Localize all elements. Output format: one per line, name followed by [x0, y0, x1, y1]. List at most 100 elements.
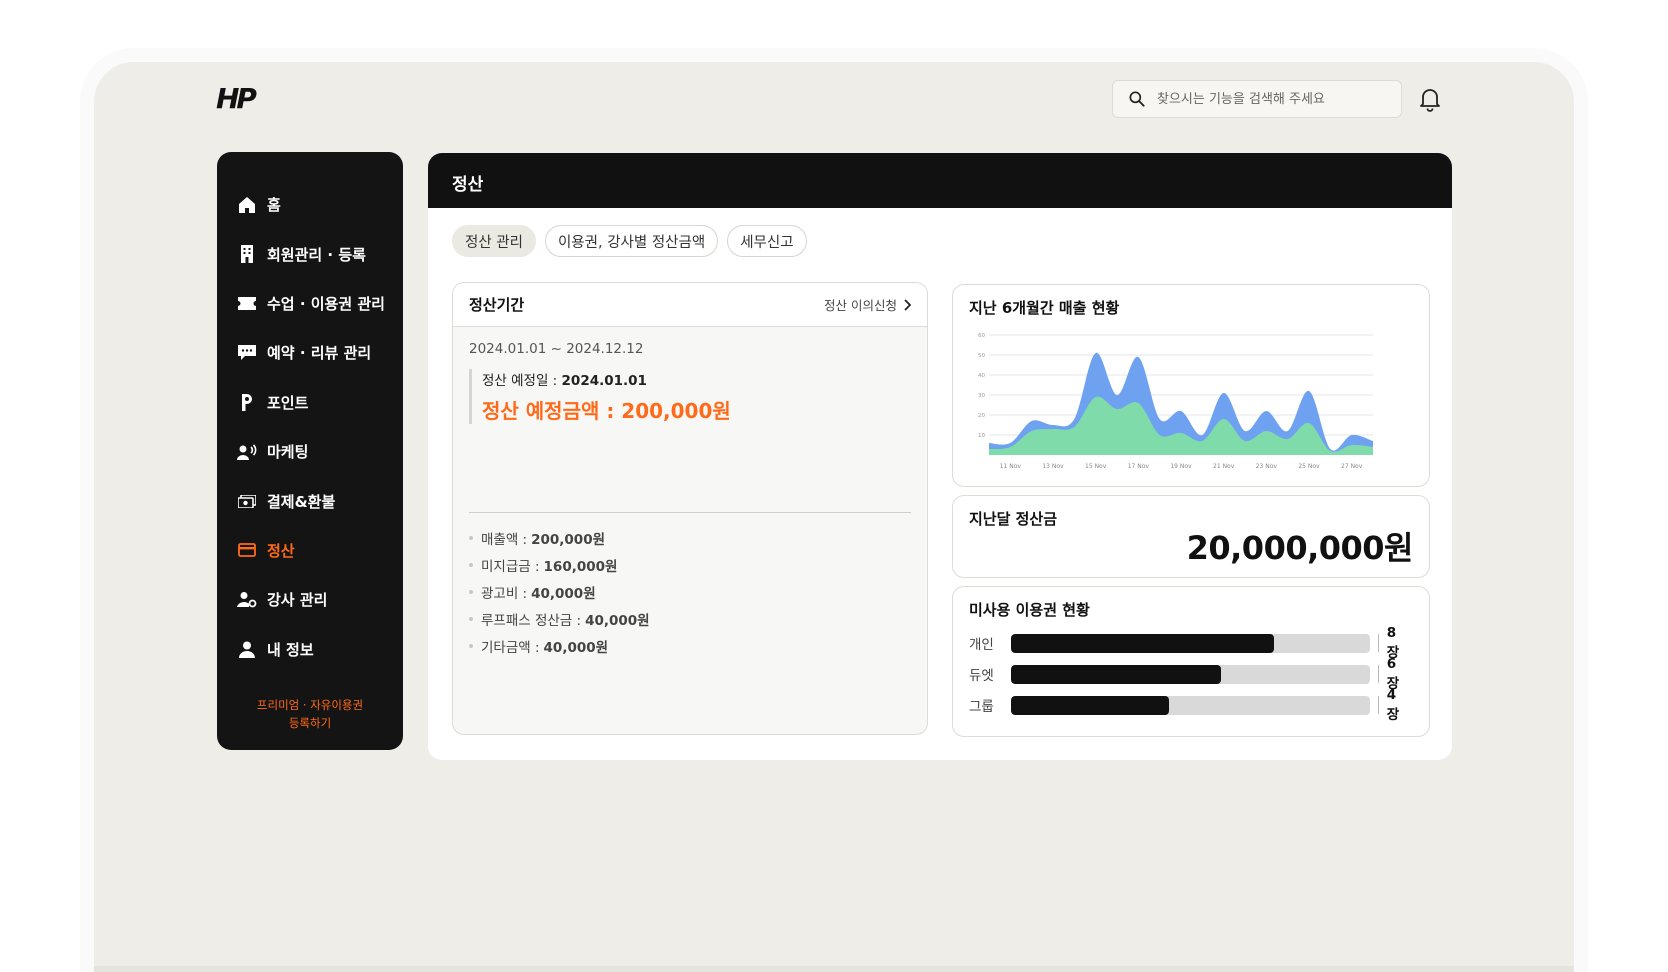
- breakdown-value: 40,000원: [531, 585, 596, 602]
- last-month-settlement-card: 지난달 정산금 20,000,000원: [952, 495, 1430, 578]
- unused-tickets-card: 미사용 이용권 현황 개인 8 장 듀엣 6 장 그룹 4 장: [952, 586, 1430, 737]
- breakdown-label: 광고비 :: [481, 585, 528, 602]
- sidebar-item-marketing[interactable]: 마케팅: [217, 427, 403, 476]
- chart-y-tick-label: 50: [978, 353, 985, 359]
- search-input[interactable]: [1157, 91, 1387, 107]
- sidebar-item-label: 강사 관리: [267, 591, 328, 610]
- last-month-title: 지난달 정산금: [969, 510, 1058, 528]
- divider: [1377, 696, 1379, 714]
- app-frame: HP 홈 회원관리 · 등록 수업 · 이용권 관리 예약 · 리뷰 관리 포인…: [94, 62, 1574, 972]
- speaker-user-icon: [237, 442, 257, 462]
- due-date-value: 2024.01.01: [561, 373, 647, 389]
- divider: [469, 512, 911, 513]
- building-icon: [237, 244, 257, 264]
- list-item: 매출액 :200,000원: [469, 524, 650, 551]
- page-title: 정산: [428, 153, 1452, 208]
- breakdown-label: 미지급금 :: [481, 558, 540, 575]
- main-panel: 정산 정산 관리 이용권, 강사별 정산금액 세무신고 정산기간 정산 이의신청…: [428, 153, 1452, 760]
- chart-y-tick-label: 60: [978, 333, 985, 339]
- unused-row-group: 그룹 4 장: [969, 687, 1413, 723]
- unused-bar-track: [1010, 695, 1370, 715]
- last-month-amount: 20,000,000원: [1186, 529, 1414, 567]
- sidebar-item-instructors[interactable]: 강사 관리: [217, 575, 403, 624]
- list-item: 루프패스 정산금 :40,000원: [469, 605, 650, 632]
- chart-x-tick-label: 17 Nov: [1128, 463, 1150, 470]
- unused-bar-track: [1010, 664, 1370, 684]
- sidebar-item-label: 회원관리 · 등록: [267, 245, 366, 264]
- sidebar-item-members[interactable]: 회원관리 · 등록: [217, 229, 403, 278]
- settlement-appeal-link[interactable]: 정산 이의신청: [824, 295, 911, 314]
- list-item: 미지급금 :160,000원: [469, 551, 650, 578]
- settlement-due-date: 정산 예정일 : 2024.01.01: [482, 369, 731, 389]
- chart-y-tick-label: 40: [978, 373, 985, 379]
- settlement-due-amount: 정산 예정금액 : 200,000원: [482, 399, 731, 423]
- unused-row-label: 개인: [969, 637, 994, 653]
- sidebar-item-home[interactable]: 홈: [217, 180, 403, 229]
- cash-icon: [237, 491, 257, 511]
- breakdown-value: 160,000원: [543, 558, 618, 575]
- sidebar-item-reservations[interactable]: 예약 · 리뷰 관리: [217, 328, 403, 377]
- chat-icon: [237, 343, 257, 363]
- sidebar-item-label: 내 정보: [267, 640, 314, 659]
- tab-settlement-management[interactable]: 정산 관리: [452, 225, 536, 257]
- chevron-right-icon: [904, 298, 911, 311]
- sidebar-item-payments[interactable]: 결제&환불: [217, 476, 403, 525]
- unused-bar-fill: [1010, 695, 1169, 715]
- chart-y-tick-label: 30: [978, 393, 985, 399]
- breakdown-value: 40,000원: [543, 639, 609, 656]
- divider: [1377, 665, 1379, 683]
- ticket-icon: [237, 293, 257, 313]
- tab-bar: 정산 관리 이용권, 강사별 정산금액 세무신고: [452, 225, 807, 257]
- list-item: 기타금액 :40,000원: [469, 632, 650, 659]
- unused-row-label: 그룹: [969, 699, 994, 715]
- tab-settlement-by-ticket-instructor[interactable]: 이용권, 강사별 정산금액: [544, 225, 719, 257]
- chart-y-tick-label: 10: [978, 433, 985, 439]
- sidebar: 홈 회원관리 · 등록 수업 · 이용권 관리 예약 · 리뷰 관리 포인트 마…: [217, 152, 403, 750]
- unused-bar-fill: [1010, 664, 1221, 684]
- sidebar-item-label: 포인트: [267, 393, 309, 412]
- sales-chart-card: 지난 6개월간 매출 현황 10 20 30 40 50 60 11 Nov 13 Nov 15…: [952, 284, 1430, 487]
- frame-bottom-edge: [94, 966, 1574, 972]
- sidebar-item-settlement[interactable]: 정산: [217, 526, 403, 575]
- search-bar[interactable]: [1112, 80, 1402, 118]
- divider: [1377, 634, 1379, 652]
- sidebar-item-label: 정산: [267, 541, 295, 560]
- sidebar-item-classes[interactable]: 수업 · 이용권 관리: [217, 279, 403, 328]
- unused-row-label: 듀엣: [969, 668, 994, 684]
- person-icon: [237, 639, 257, 659]
- sidebar-item-label: 마케팅: [267, 443, 309, 462]
- premium-promo-link[interactable]: 프리미엄 · 자유이용권 등록하기: [217, 696, 403, 732]
- settlement-due-block: 정산 예정일 : 2024.01.01 정산 예정금액 : 200,000원: [469, 369, 731, 424]
- promo-line: 프리미엄 · 자유이용권: [256, 698, 364, 712]
- settlement-period: 2024.01.01 ~ 2024.12.12: [469, 341, 644, 357]
- breakdown-value: 200,000원: [531, 531, 606, 548]
- unused-row-personal: 개인 8 장: [969, 625, 1413, 661]
- sidebar-item-label: 수업 · 이용권 관리: [267, 294, 385, 313]
- sidebar-item-label: 예약 · 리뷰 관리: [267, 344, 372, 363]
- user-gear-icon: [237, 590, 257, 610]
- breakdown-label: 기타금액 :: [481, 639, 540, 656]
- chart-x-tick-label: 19 Nov: [1170, 463, 1192, 470]
- settlement-card-header: 정산기간 정산 이의신청: [453, 283, 927, 327]
- sidebar-item-points[interactable]: 포인트: [217, 378, 403, 427]
- logo[interactable]: HP: [216, 82, 257, 115]
- chart-y-tick-label: 20: [978, 413, 985, 419]
- chart-x-tick-label: 15 Nov: [1085, 463, 1107, 470]
- bell-icon[interactable]: [1418, 86, 1442, 112]
- unused-tickets-title: 미사용 이용권 현황: [969, 601, 1090, 619]
- chart-x-tick-label: 21 Nov: [1213, 463, 1235, 470]
- point-icon: [237, 392, 257, 412]
- due-date-label: 정산 예정일 :: [482, 373, 562, 389]
- tab-tax-report[interactable]: 세무신고: [727, 225, 807, 257]
- appeal-link-label: 정산 이의신청: [824, 298, 897, 313]
- sales-area-chart: 10 20 30 40 50 60 11 Nov 13 Nov 15 Nov 17 Nov 19 N…: [978, 333, 1373, 470]
- chart-x-tick-label: 11 Nov: [1000, 463, 1022, 470]
- sidebar-item-my-info[interactable]: 내 정보: [217, 625, 403, 674]
- chart-x-tick-label: 13 Nov: [1042, 463, 1064, 470]
- breakdown-label: 매출액 :: [481, 531, 528, 548]
- sidebar-item-label: 결제&환불: [267, 492, 336, 511]
- unused-row-duet: 듀엣 6 장: [969, 656, 1413, 692]
- unused-row-count: 4 장: [1386, 687, 1400, 723]
- search-icon: [1129, 91, 1145, 107]
- settlement-card-title: 정산기간: [469, 296, 525, 314]
